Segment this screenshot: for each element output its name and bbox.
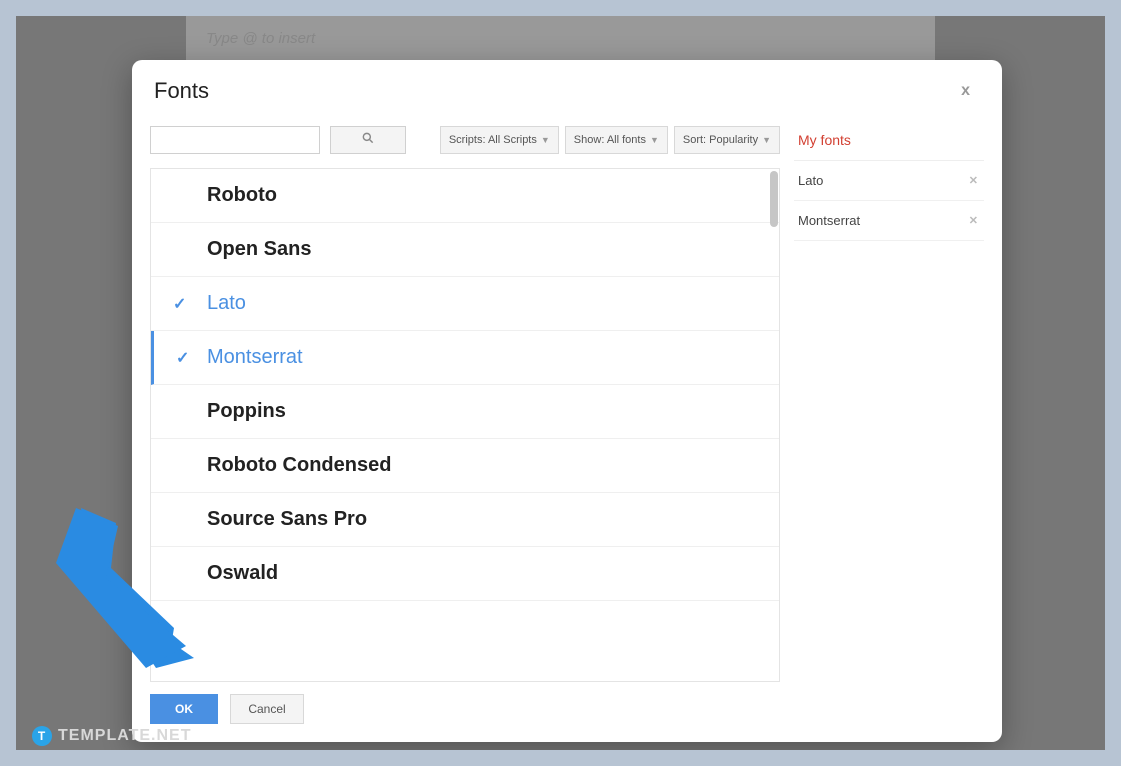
close-button[interactable]: x	[953, 78, 978, 104]
chevron-down-icon: ▼	[762, 135, 771, 145]
dialog-footer: OK Cancel	[132, 682, 1002, 742]
my-font-item[interactable]: Montserrat ✕	[794, 201, 984, 241]
chevron-down-icon: ▼	[650, 135, 659, 145]
search-input[interactable]	[150, 126, 320, 154]
cancel-button[interactable]: Cancel	[230, 694, 304, 724]
watermark-badge: T	[32, 726, 52, 746]
font-item-label: Montserrat	[207, 346, 303, 369]
font-item-label: Oswald	[207, 562, 278, 585]
watermark: T TEMPLATE.NET	[32, 726, 191, 746]
font-item-label: Poppins	[207, 400, 286, 423]
font-item-label: Roboto Condensed	[207, 454, 391, 477]
dialog-body: Scripts: All Scripts ▼ Show: All fonts ▼…	[132, 112, 1002, 682]
my-font-item-label: Montserrat	[798, 213, 860, 228]
font-item[interactable]: ✓ Lato	[151, 277, 779, 331]
show-filter[interactable]: Show: All fonts ▼	[565, 126, 668, 154]
check-icon: ✓	[176, 348, 189, 368]
font-item[interactable]: Source Sans Pro	[151, 493, 779, 547]
watermark-text: TEMPLATE.NET	[58, 727, 191, 745]
scripts-filter[interactable]: Scripts: All Scripts ▼	[440, 126, 559, 154]
font-item[interactable]: Open Sans	[151, 223, 779, 277]
font-item[interactable]: ✓ Montserrat	[151, 331, 779, 385]
app-backdrop: Type @ to insert Fonts x Scripts: All Sc	[16, 16, 1105, 750]
search-button[interactable]	[330, 126, 406, 154]
font-item[interactable]: Poppins	[151, 385, 779, 439]
fonts-dialog: Fonts x Scripts: All Scripts ▼	[132, 60, 1002, 742]
sort-filter-label: Sort: Popularity	[683, 134, 758, 146]
remove-font-button[interactable]: ✕	[969, 214, 978, 227]
font-item[interactable]: Oswald	[151, 547, 779, 601]
search-icon	[361, 131, 375, 150]
font-item-label: Lato	[207, 292, 246, 315]
show-filter-label: Show: All fonts	[574, 134, 646, 146]
toolbar: Scripts: All Scripts ▼ Show: All fonts ▼…	[150, 112, 780, 168]
remove-font-button[interactable]: ✕	[969, 174, 978, 187]
sort-filter[interactable]: Sort: Popularity ▼	[674, 126, 780, 154]
document-placeholder: Type @ to insert	[206, 30, 315, 47]
dialog-header: Fonts x	[132, 60, 1002, 112]
font-item[interactable]: Roboto	[151, 169, 779, 223]
my-fonts-title: My fonts	[794, 126, 984, 161]
font-list[interactable]: Roboto Open Sans ✓ Lato ✓ Montserrat Poppins Ro…	[150, 168, 780, 682]
scrollbar[interactable]	[769, 169, 779, 681]
font-item-label: Open Sans	[207, 238, 311, 261]
scrollbar-thumb[interactable]	[770, 171, 778, 227]
filter-group: Scripts: All Scripts ▼ Show: All fonts ▼…	[440, 126, 780, 154]
my-fonts-pane: My fonts Lato ✕ Montserrat ✕	[794, 112, 984, 682]
font-item[interactable]: Roboto Condensed	[151, 439, 779, 493]
ok-button[interactable]: OK	[150, 694, 218, 724]
check-icon: ✓	[173, 294, 186, 314]
font-item-label: Source Sans Pro	[207, 508, 367, 531]
left-pane: Scripts: All Scripts ▼ Show: All fonts ▼…	[150, 112, 780, 682]
font-item-label: Roboto	[207, 184, 277, 207]
chevron-down-icon: ▼	[541, 135, 550, 145]
my-font-item-label: Lato	[798, 173, 823, 188]
scripts-filter-label: Scripts: All Scripts	[449, 134, 537, 146]
dialog-title: Fonts	[154, 78, 209, 104]
my-font-item[interactable]: Lato ✕	[794, 161, 984, 201]
